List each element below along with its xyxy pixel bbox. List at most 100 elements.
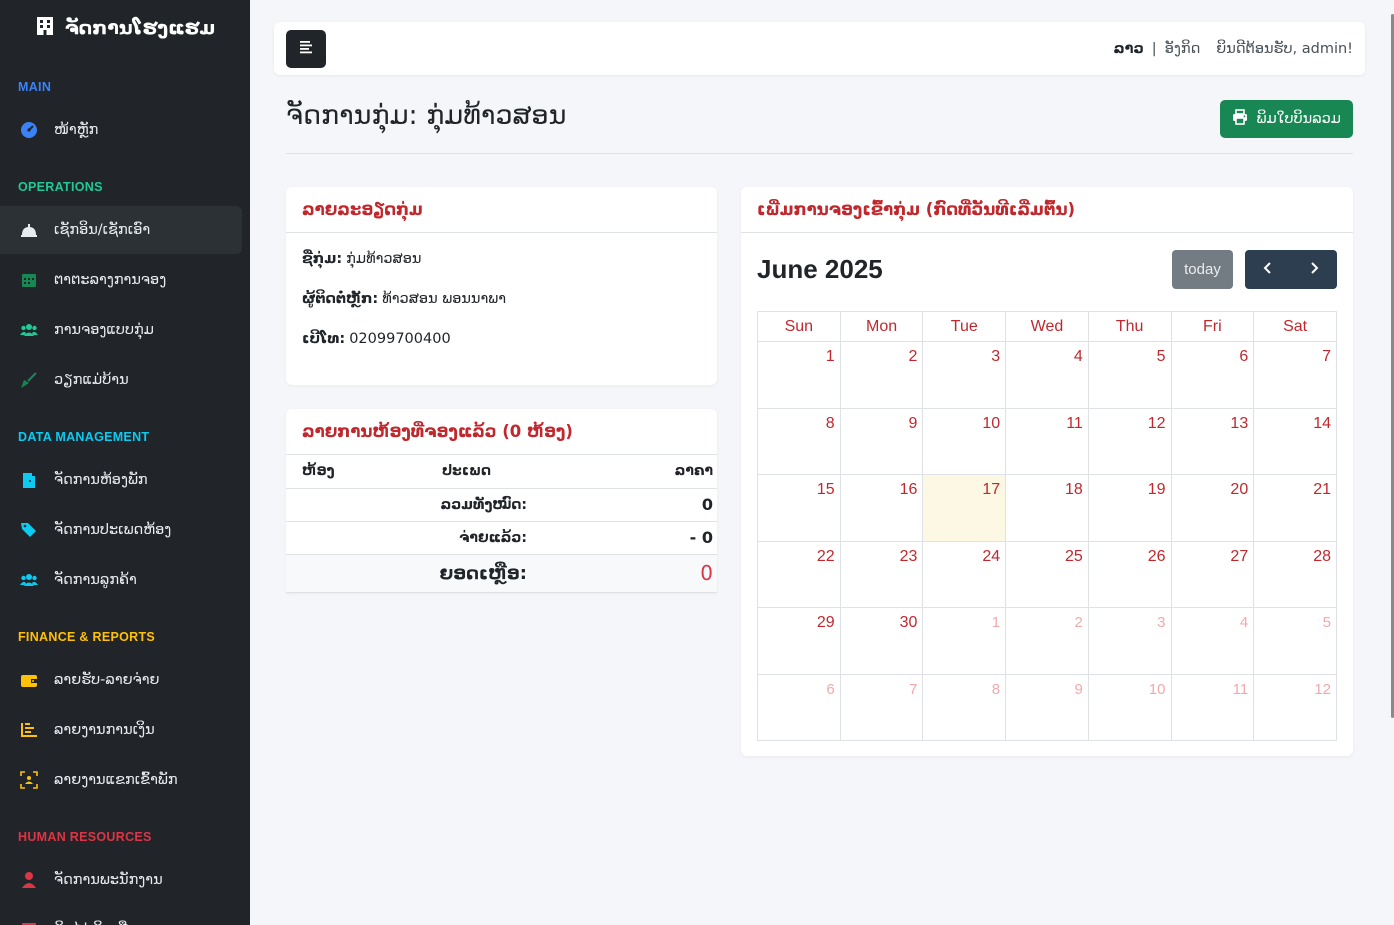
sidebar-item[interactable]: ຄິດໄລ່ເງິນເດືອນ bbox=[0, 906, 242, 925]
calendar-day[interactable]: 16 bbox=[839, 474, 924, 542]
welcome-text: ຍິນດີຕ້ອນຮັບ, admin! bbox=[1216, 40, 1353, 57]
sidebar-item[interactable]: ລາຍຮັບ-ລາຍຈ່າຍ bbox=[0, 656, 242, 704]
calendar-day[interactable]: 27 bbox=[1170, 540, 1255, 608]
brand[interactable]: ຈັດການໂຮງແຮມ bbox=[0, 0, 250, 56]
brand-title: ຈັດການໂຮງແຮມ bbox=[64, 17, 216, 39]
calendar-grid: Sun Mon Tue Wed Thu Fri Sat 1 2 3 4 5 6 7 8 9 10 11 12 13 1… bbox=[757, 311, 1337, 741]
calendar-day[interactable]: 3 bbox=[922, 341, 1007, 409]
calendar-day[interactable]: 12 bbox=[1253, 673, 1337, 741]
sidebar-item[interactable]: ເຊັກອິນ/ເຊັກເອົາ bbox=[0, 206, 242, 254]
page-header: ຈັດການກຸ່ມ: ກຸ່ມທ້າວສອນ ພິມໃບບິນລວມ bbox=[286, 96, 1353, 154]
calendar-day[interactable]: 23 bbox=[839, 540, 924, 608]
weekday-header: Tue bbox=[922, 311, 1007, 342]
calendar-day[interactable]: 21 bbox=[1253, 474, 1337, 542]
next-month-button[interactable] bbox=[1291, 250, 1337, 289]
calendar-day[interactable]: 5 bbox=[1253, 607, 1337, 675]
calendar-day[interactable]: 10 bbox=[922, 407, 1007, 475]
detail-label: ຊື່ກຸ່ມ: bbox=[302, 251, 343, 267]
building-icon bbox=[35, 16, 55, 41]
detail-row: ເບີໂທ: 02099700400 bbox=[286, 319, 717, 359]
nav-section-title: MAIN bbox=[18, 80, 52, 94]
calendar-day[interactable]: 22 bbox=[757, 540, 841, 608]
calendar-day[interactable]: 8 bbox=[922, 673, 1007, 741]
calendar-day[interactable]: 18 bbox=[1005, 474, 1089, 542]
chevron-right-icon bbox=[1307, 260, 1321, 279]
calendar-day[interactable]: 19 bbox=[1087, 474, 1172, 542]
sidebar-item[interactable]: ລາຍງານແຂກເຂົ້າພັກ bbox=[0, 756, 242, 804]
booked-rooms-header: ລາຍການຫ້ອງທີ່ຈອງແລ້ວ (0 ຫ້ອງ) bbox=[286, 409, 717, 455]
calendar-day[interactable]: 25 bbox=[1005, 540, 1089, 608]
calendar-day[interactable]: 11 bbox=[1170, 673, 1255, 741]
users-icon bbox=[20, 571, 38, 589]
today-button[interactable]: today bbox=[1172, 249, 1233, 289]
group-details-header: ລາຍລະອຽດກຸ່ມ bbox=[286, 187, 717, 233]
calendar-title: June 2025 bbox=[757, 253, 883, 284]
calendar-day[interactable]: 30 bbox=[839, 607, 924, 675]
calendar-day[interactable]: 28 bbox=[1253, 540, 1337, 608]
sidebar-item[interactable]: ການຈອງແບບກຸ່ມ bbox=[0, 306, 242, 354]
sidebar-item[interactable]: ຈັດການປະເພດຫ້ອງ bbox=[0, 506, 242, 554]
calendar-day-today[interactable]: 17 bbox=[922, 474, 1007, 542]
topbar-right: ລາວ | ອັງກິດ ຍິນດີຕ້ອນຮັບ, admin! bbox=[1113, 41, 1353, 57]
calendar-day[interactable]: 3 bbox=[1087, 607, 1172, 675]
column-header-type: ປະເພດ bbox=[426, 455, 657, 489]
sidebar-item[interactable]: ລາຍງານການເງິນ bbox=[0, 706, 242, 754]
lang-separator: | bbox=[1151, 40, 1157, 57]
lang-lao-link[interactable]: ລາວ bbox=[1113, 41, 1143, 57]
calendar-day[interactable]: 4 bbox=[1170, 607, 1255, 675]
calendar-day[interactable]: 5 bbox=[1087, 341, 1172, 409]
paid-value: - 0 bbox=[657, 521, 717, 555]
sidebar-item[interactable]: ໜ້າຫຼັກ bbox=[0, 106, 242, 154]
topbar: ລາວ | ອັງກິດ ຍິນດີຕ້ອນຮັບ, admin! bbox=[274, 22, 1365, 75]
calendar-day[interactable]: 1 bbox=[922, 607, 1007, 675]
calendar-day[interactable]: 20 bbox=[1170, 474, 1255, 542]
door-icon bbox=[20, 471, 38, 489]
calendar-icon bbox=[20, 271, 38, 289]
print-invoice-button[interactable]: ພິມໃບບິນລວມ bbox=[1220, 100, 1353, 138]
calendar-day[interactable]: 11 bbox=[1005, 407, 1089, 475]
column-header-price: ລາຄາ bbox=[657, 455, 717, 489]
calendar-week-row: 1234567 bbox=[757, 341, 1337, 409]
weekday-header-row: Sun Mon Tue Wed Thu Fri Sat bbox=[757, 311, 1337, 342]
page-title: ຈັດການກຸ່ມ: ກຸ່ມທ້າວສອນ bbox=[286, 100, 567, 131]
calendar-day[interactable]: 2 bbox=[1005, 607, 1089, 675]
dashboard-icon bbox=[20, 121, 38, 139]
nav-section-title: DATA MANAGEMENT bbox=[18, 430, 150, 444]
nav-section-title: FINANCE & REPORTS bbox=[18, 630, 156, 644]
balance-label: ຍອດເຫຼືອ: bbox=[286, 554, 657, 593]
sidebar-toggle-button[interactable] bbox=[286, 29, 326, 68]
calendar-day[interactable]: 2 bbox=[839, 341, 924, 409]
detail-label: ຜູ້ຕິດຕໍ່ຫຼັກ: bbox=[302, 291, 379, 307]
weekday-header: Sat bbox=[1253, 311, 1337, 342]
calendar-day[interactable]: 10 bbox=[1087, 673, 1172, 741]
calendar-day[interactable]: 26 bbox=[1087, 540, 1172, 608]
calendar-day[interactable]: 9 bbox=[839, 407, 924, 475]
calendar-day[interactable]: 29 bbox=[757, 607, 841, 675]
weekday-header: Thu bbox=[1087, 311, 1172, 342]
sidebar-item-label: ລາຍງານການເງິນ bbox=[54, 722, 155, 738]
detail-row: ຜູ້ຕິດຕໍ່ຫຼັກ: ທ້າວສອນ ພອນນາພາ bbox=[286, 279, 717, 319]
sidebar-item[interactable]: ຈັດການລູກຄ້າ bbox=[0, 556, 242, 604]
calendar-week-row: 29 30 1 2 3 4 5 bbox=[757, 607, 1337, 675]
prev-month-button[interactable] bbox=[1245, 250, 1291, 289]
calendar-day[interactable]: 6 bbox=[1170, 341, 1255, 409]
calendar-day[interactable]: 1 bbox=[757, 341, 841, 409]
calendar-day[interactable]: 13 bbox=[1170, 407, 1255, 475]
booked-rooms-card: ລາຍການຫ້ອງທີ່ຈອງແລ້ວ (0 ຫ້ອງ) ຫ້ອງ ປະເພດ… bbox=[286, 409, 717, 593]
calendar-day[interactable]: 15 bbox=[757, 474, 841, 542]
calendar-day[interactable]: 7 bbox=[839, 673, 924, 741]
calendar-day[interactable]: 12 bbox=[1087, 407, 1172, 475]
calendar-day[interactable]: 6 bbox=[757, 673, 841, 741]
calendar-day[interactable]: 9 bbox=[1005, 673, 1089, 741]
sidebar-item[interactable]: ຈັດການພະນັກງານ bbox=[0, 856, 242, 904]
sidebar-item[interactable]: ຈັດການຫ້ອງພັກ bbox=[0, 456, 242, 504]
sidebar-item[interactable]: ຕາຕະລາງການຈອງ bbox=[0, 256, 242, 304]
sidebar-item[interactable]: ວຽກແມ່ບ້ານ bbox=[0, 356, 242, 404]
lang-en-link[interactable]: ອັງກິດ bbox=[1165, 41, 1201, 57]
calendar-day[interactable]: 7 bbox=[1253, 341, 1337, 409]
calendar-day[interactable]: 8 bbox=[757, 407, 841, 475]
calendar-day[interactable]: 4 bbox=[1005, 341, 1089, 409]
menu-lines-icon bbox=[298, 39, 314, 59]
calendar-day[interactable]: 24 bbox=[922, 540, 1007, 608]
calendar-day[interactable]: 14 bbox=[1253, 407, 1337, 475]
